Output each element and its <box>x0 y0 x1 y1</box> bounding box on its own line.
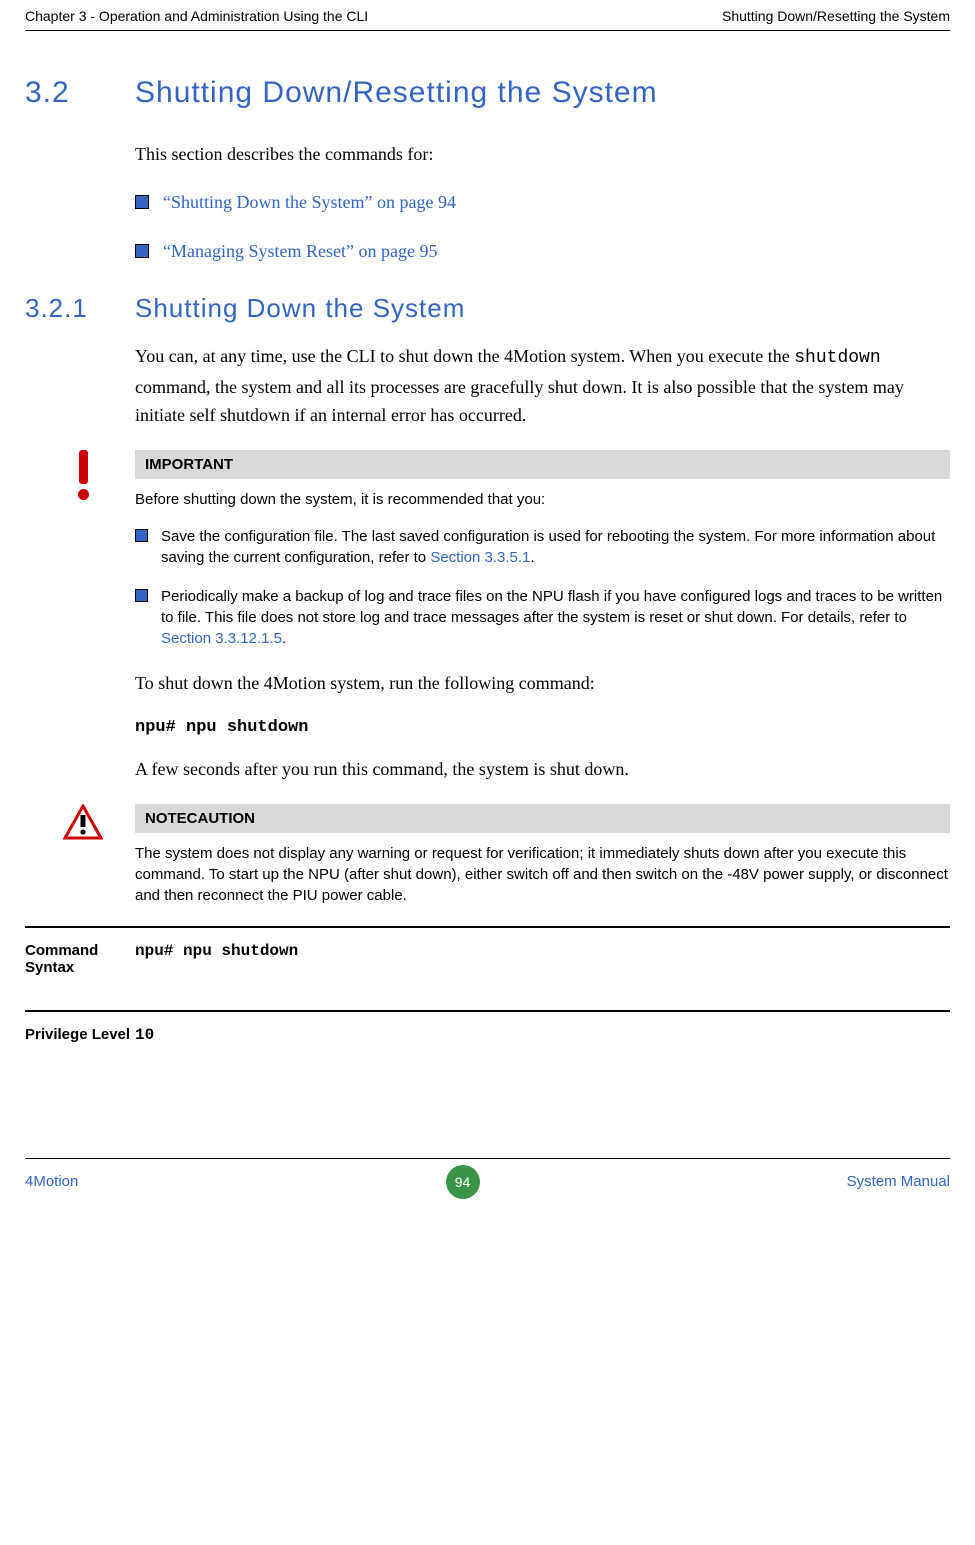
item-text-b: . <box>282 630 286 647</box>
important-item: Save the configuration file. The last sa… <box>135 526 950 568</box>
important-icon <box>63 450 103 508</box>
subsection-title: Shutting Down the System <box>135 293 465 324</box>
item-text-a: Save the configuration file. The last sa… <box>161 528 935 566</box>
caution-callout: NOTECAUTION The system does not display … <box>135 804 950 906</box>
caution-label: NOTECAUTION <box>145 810 255 827</box>
header-left: Chapter 3 - Operation and Administration… <box>25 8 368 24</box>
important-bullets: Save the configuration file. The last sa… <box>135 526 950 649</box>
para-text-b: command, the system and all its processe… <box>135 377 904 426</box>
important-label: IMPORTANT <box>145 456 233 473</box>
section-number: 3.2 <box>25 76 135 110</box>
section-link[interactable]: Section 3.3.5.1 <box>430 549 530 566</box>
important-head: IMPORTANT <box>135 450 950 479</box>
caution-head: NOTECAUTION <box>135 804 950 833</box>
row-label: Privilege Level <box>25 1011 135 1078</box>
link-text: “Shutting Down the System” on page 94 <box>163 192 456 212</box>
subsection-number: 3.2.1 <box>25 293 135 324</box>
row-value: 10 <box>135 1011 950 1078</box>
footer-right: System Manual <box>847 1173 950 1190</box>
command-line: npu# npu shutdown <box>135 718 950 737</box>
section-link[interactable]: Section 3.3.12.1.5 <box>161 630 282 647</box>
item-text-b: . <box>530 549 534 566</box>
link-text: “Managing System Reset” on page 95 <box>163 241 437 261</box>
header-right: Shutting Down/Resetting the System <box>722 8 950 24</box>
row-value: npu# npu shutdown <box>135 927 950 1011</box>
section-title: Shutting Down/Resetting the System <box>135 76 658 110</box>
table-row: Privilege Level 10 <box>25 1011 950 1078</box>
important-callout: IMPORTANT Before shutting down the syste… <box>135 450 950 649</box>
run-command-after: A few seconds after you run this command… <box>135 755 950 784</box>
run-command-lead: To shut down the 4Motion system, run the… <box>135 669 950 698</box>
page-number: 94 <box>446 1165 480 1199</box>
para-text-a: You can, at any time, use the CLI to shu… <box>135 346 794 366</box>
important-item: Periodically make a backup of log and tr… <box>135 586 950 649</box>
bullet-link-shutdown[interactable]: “Shutting Down the System” on page 94 <box>135 189 950 216</box>
footer-left: 4Motion <box>25 1173 78 1190</box>
row-label: Command Syntax <box>25 927 135 1011</box>
page-header: Chapter 3 - Operation and Administration… <box>25 0 950 31</box>
subsection-para: You can, at any time, use the CLI to shu… <box>135 342 950 430</box>
inline-command: shutdown <box>794 348 880 368</box>
command-info-table: Command Syntax npu# npu shutdown Privile… <box>25 926 950 1078</box>
subsection-heading: 3.2.1 Shutting Down the System <box>25 293 950 324</box>
table-row: Command Syntax npu# npu shutdown <box>25 927 950 1011</box>
section-heading: 3.2 Shutting Down/Resetting the System <box>25 76 950 110</box>
section-intro: This section describes the commands for: <box>135 140 950 169</box>
section-bullets: “Shutting Down the System” on page 94 “M… <box>135 189 950 265</box>
caution-body: The system does not display any warning … <box>135 833 950 906</box>
important-lead: Before shutting down the system, it is r… <box>135 489 950 510</box>
important-body: Before shutting down the system, it is r… <box>135 479 950 649</box>
caution-icon <box>63 804 103 862</box>
bullet-link-reset[interactable]: “Managing System Reset” on page 95 <box>135 238 950 265</box>
page-footer: 4Motion 94 System Manual <box>25 1158 950 1199</box>
item-text-a: Periodically make a backup of log and tr… <box>161 588 942 626</box>
